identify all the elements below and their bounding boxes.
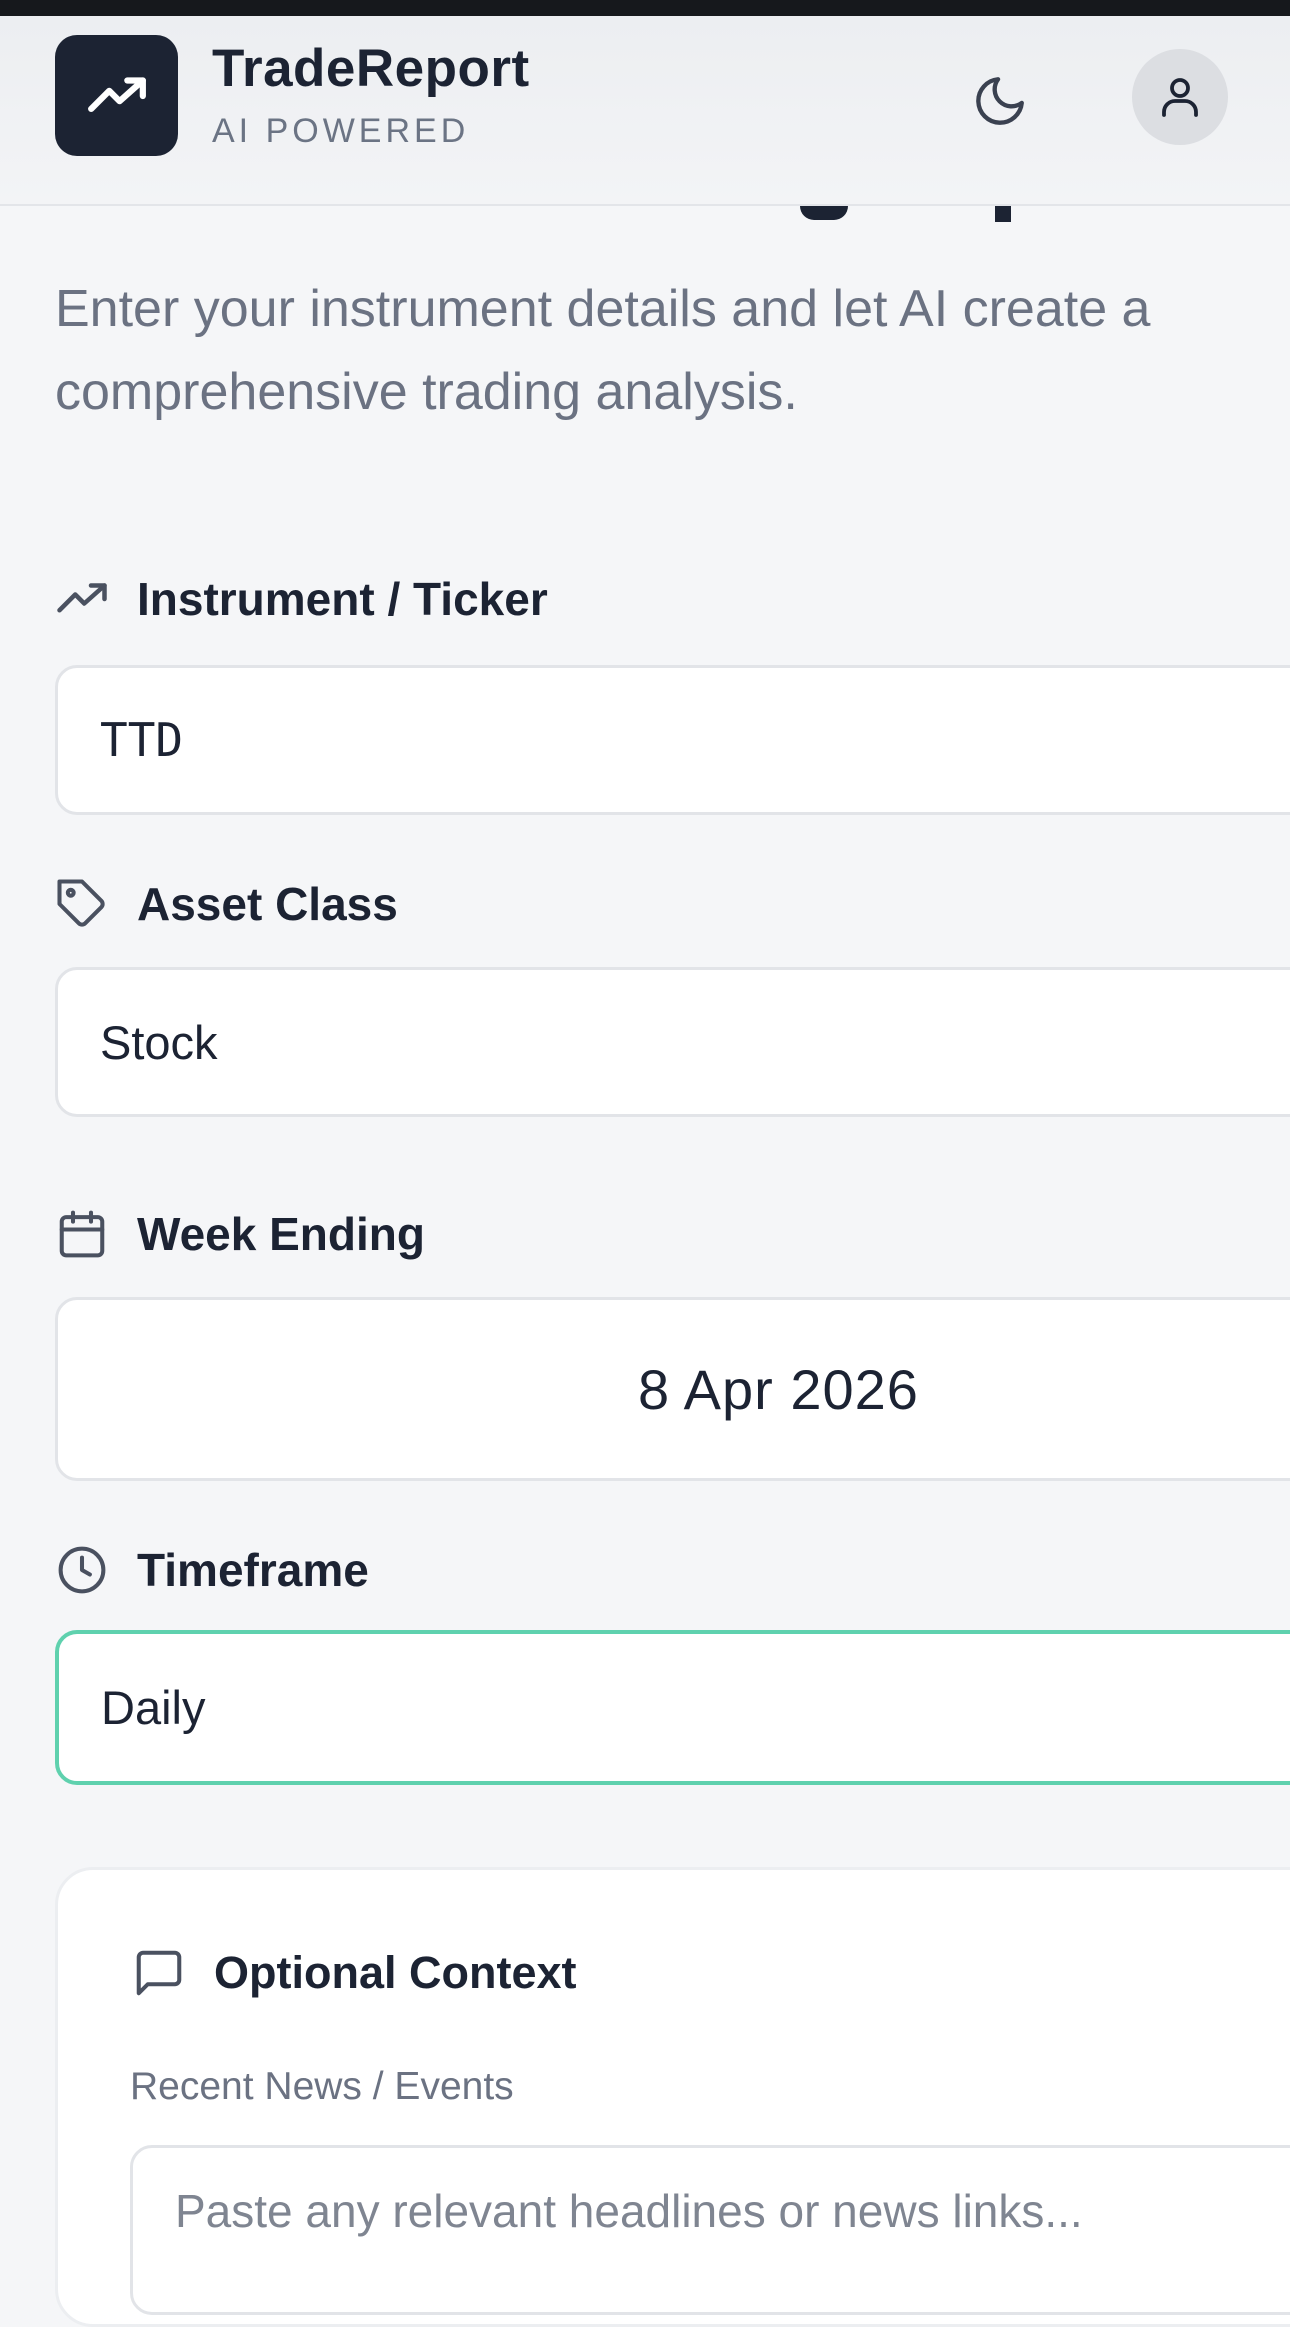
asset-class-label: Asset Class: [55, 877, 398, 931]
timeframe-select[interactable]: Daily: [55, 1630, 1290, 1785]
user-icon: [1162, 78, 1198, 117]
timeframe-value: Daily: [101, 1681, 206, 1734]
trending-up-icon: [87, 76, 146, 112]
timeframe-label-text: Timeframe: [137, 1544, 369, 1596]
ticker-input[interactable]: TTD: [55, 665, 1290, 815]
instrument-label-text: Instrument / Ticker: [137, 573, 548, 625]
week-ending-value: 8 Apr 2026: [638, 1357, 919, 1421]
clock-icon: [55, 1543, 109, 1597]
brand-name: TradeReport: [212, 39, 530, 98]
page-title-scrolled: [0, 206, 1290, 224]
week-ending-label: Week Ending: [55, 1207, 425, 1261]
news-events-input[interactable]: [130, 2145, 1290, 2315]
instrument-label: Instrument / Ticker: [55, 572, 548, 626]
calendar-icon: [55, 1207, 109, 1261]
app-logo[interactable]: [55, 35, 178, 156]
moon-icon: [976, 77, 1024, 125]
asset-class-value: Stock: [100, 1015, 218, 1069]
system-status-bar: [0, 0, 1290, 16]
optional-context-card: Optional Context Recent News / Events: [55, 1867, 1290, 2327]
trending-up-icon: [55, 572, 109, 626]
optional-context-title: Optional Context: [132, 1946, 576, 2000]
intro-line-2: comprehensive trading analysis.: [55, 363, 798, 421]
brand-tagline: AI POWERED: [212, 112, 470, 150]
tag-icon: [55, 877, 109, 931]
intro-text: Enter your instrument details and let AI…: [55, 268, 1290, 434]
message-square-icon: [132, 1946, 186, 2000]
account-button[interactable]: [1132, 49, 1228, 145]
timeframe-label: Timeframe: [55, 1543, 369, 1597]
intro-line-1: Enter your instrument details and let AI…: [55, 280, 1151, 338]
news-events-label: Recent News / Events: [130, 2065, 514, 2108]
week-ending-label-text: Week Ending: [137, 1208, 425, 1260]
optional-context-title-text: Optional Context: [214, 1947, 577, 1998]
asset-class-select[interactable]: Stock: [55, 967, 1290, 1117]
theme-toggle-button[interactable]: [965, 66, 1035, 136]
app-header: TradeReport AI POWERED: [0, 16, 1290, 206]
asset-class-label-text: Asset Class: [137, 878, 398, 930]
week-ending-date-input[interactable]: 8 Apr 2026: [55, 1297, 1290, 1481]
ticker-value: TTD: [100, 713, 184, 767]
